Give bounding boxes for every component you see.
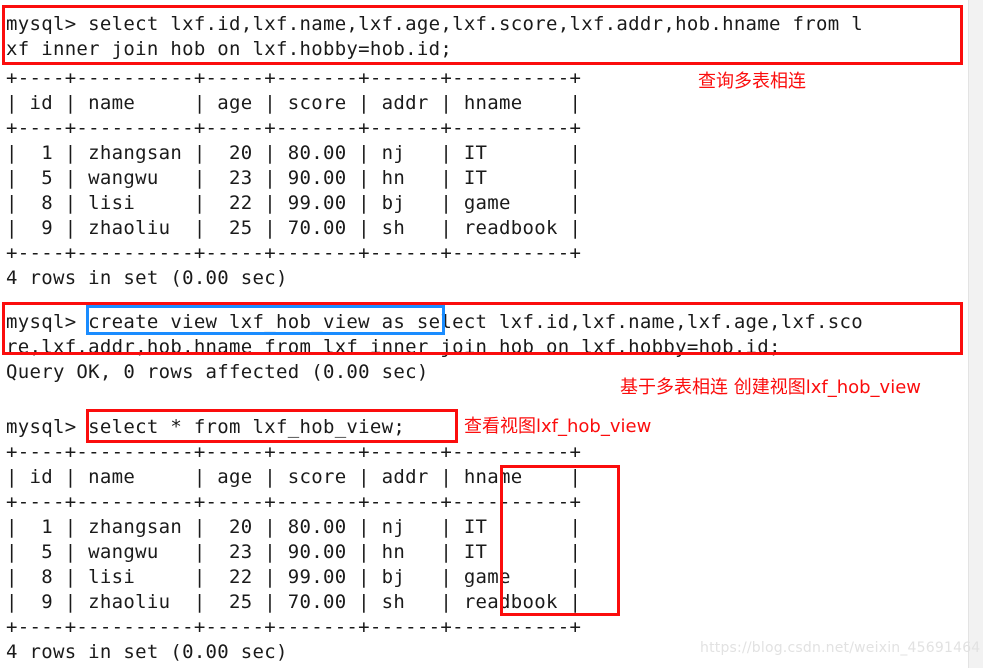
terminal-line: +----+----------+-----+-------+------+--… [6,616,582,638]
terminal-line: +----+----------+-----+-------+------+--… [6,117,582,139]
terminal-line: mysql> select lxf.id,lxf.name,lxf.age,lx… [6,13,863,35]
terminal-line: +----+----------+-----+-------+------+--… [6,67,582,89]
terminal-line: 4 rows in set (0.00 sec) [6,641,288,663]
terminal-line: +----+----------+-----+-------+------+--… [6,441,582,463]
annotation-join-note: 查询多表相连 [698,71,806,92]
terminal-line: | 5 | wangwu | 23 | 90.00 | hn | IT | [6,167,582,189]
terminal-line: | 5 | wangwu | 23 | 90.00 | hn | IT | [6,541,582,563]
annotation-create-view-note: 基于多表相连 创建视图lxf_hob_view [620,377,922,398]
terminal-line: | 9 | zhaoliu | 25 | 70.00 | sh | readbo… [6,591,582,613]
terminal-line: | 9 | zhaoliu | 25 | 70.00 | sh | readbo… [6,217,582,239]
terminal-line: 4 rows in set (0.00 sec) [6,267,288,289]
csdn-watermark: https://blog.csdn.net/weixin_45691464 [700,640,981,656]
terminal-line: +----+----------+-----+-------+------+--… [6,242,582,264]
terminal-line: | 1 | zhangsan | 20 | 80.00 | nj | IT | [6,516,582,538]
terminal-output-area[interactable]: mysql> select lxf.id,lxf.name,lxf.age,lx… [0,0,968,668]
page-right-margin [968,0,983,668]
terminal-line: xf inner join hob on lxf.hobby=hob.id; [6,38,453,60]
annotation-select-view-note: 查看视图lxf_hob_view [464,416,652,437]
terminal-line: | id | name | age | score | addr | hname… [6,466,582,488]
terminal-line: Query OK, 0 rows affected (0.00 sec) [6,361,429,383]
terminal-line: re,lxf.addr,hob.hname from lxf inner joi… [6,336,781,358]
terminal-line: | 1 | zhangsan | 20 | 80.00 | nj | IT | [6,142,582,164]
terminal-line: mysql> select * from lxf_hob_view; [6,416,406,438]
terminal-screenshot: mysql> select lxf.id,lxf.name,lxf.age,lx… [0,0,983,668]
terminal-line: | 8 | lisi | 22 | 99.00 | bj | game | [6,192,582,214]
terminal-line: | id | name | age | score | addr | hname… [6,92,582,114]
terminal-line: | 8 | lisi | 22 | 99.00 | bj | game | [6,566,582,588]
terminal-line: mysql> create view lxf_hob_view as selec… [6,311,863,333]
terminal-line: +----+----------+-----+-------+------+--… [6,491,582,513]
